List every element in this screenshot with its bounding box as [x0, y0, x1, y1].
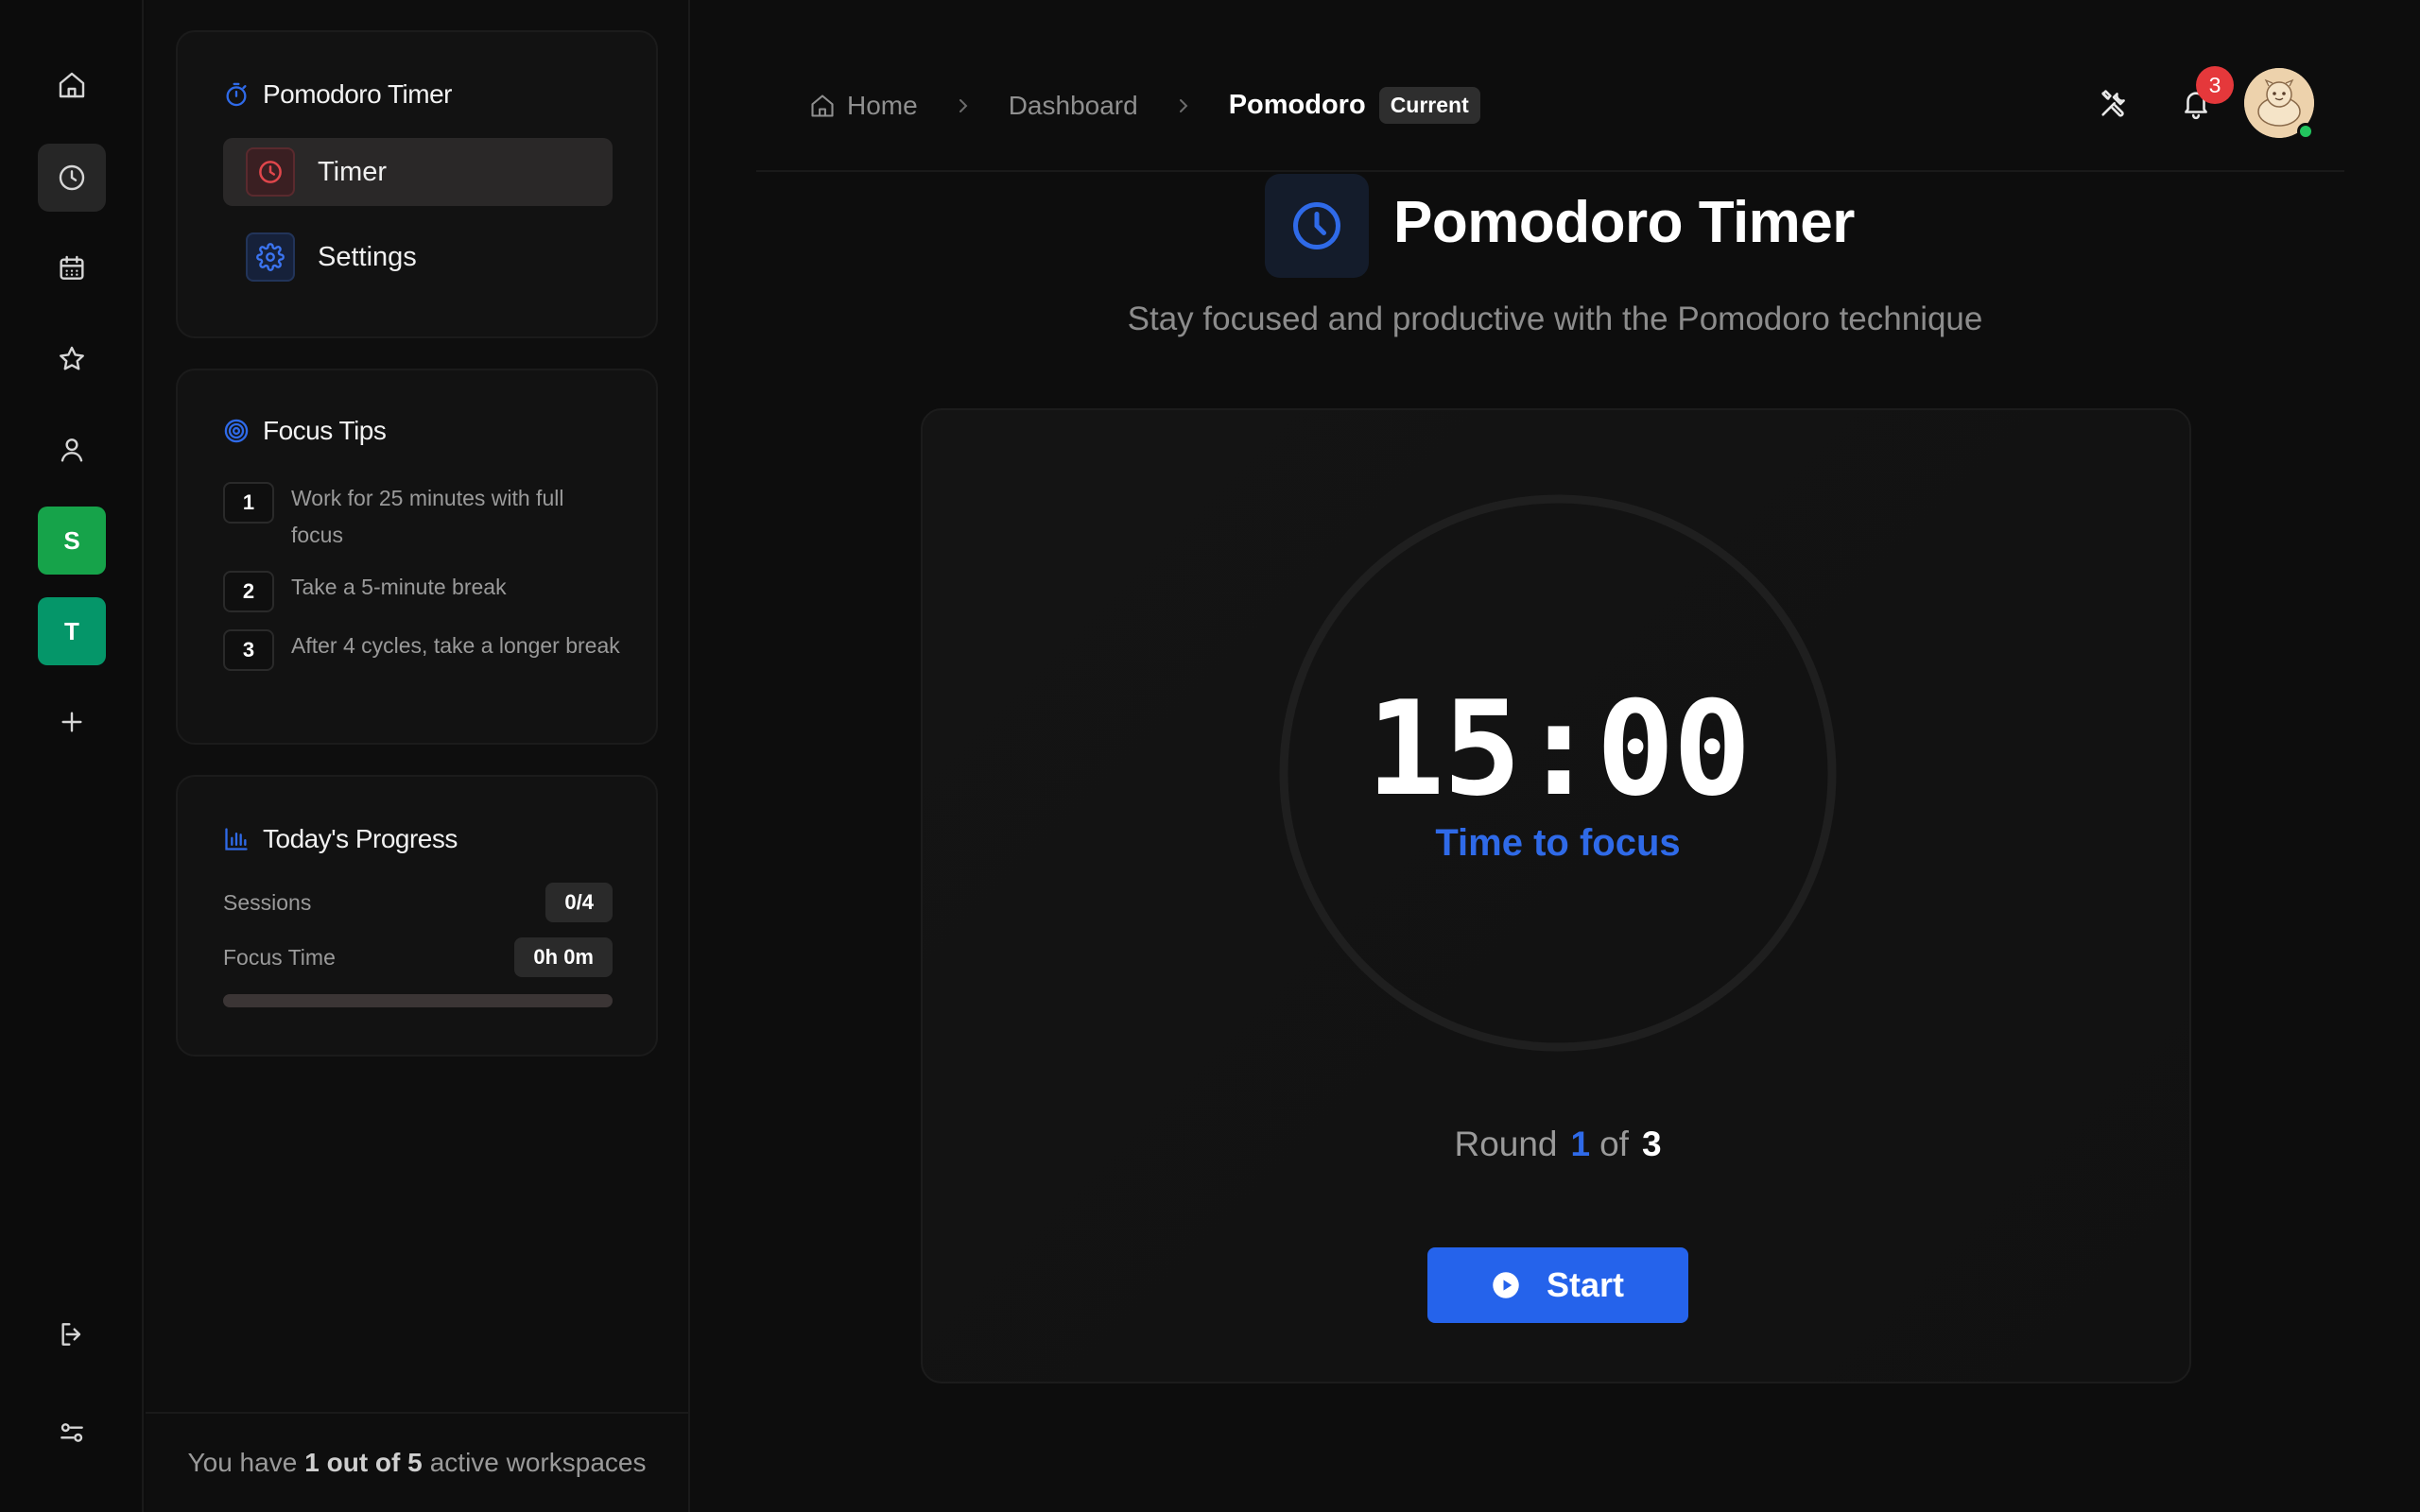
round-indicator: Round 1 of 3 [923, 1125, 2193, 1164]
round-current: 1 [1570, 1125, 1591, 1163]
sidebar-item-timer[interactable]: Timer [223, 138, 613, 206]
chevron-right-icon [1172, 94, 1195, 117]
workspace-s-button[interactable]: S [38, 507, 106, 575]
workspace-s-letter: S [63, 525, 80, 555]
focus-time-value: 0h 0m [514, 937, 613, 977]
add-workspace-icon[interactable] [38, 688, 106, 756]
sidebar-item-label: Settings [318, 241, 417, 272]
focus-tips-card: Focus Tips 1 Work for 25 minutes with fu… [176, 369, 658, 745]
sessions-label: Sessions [223, 889, 312, 915]
workspace-count-suffix: active workspaces [429, 1448, 647, 1477]
progress-title: Today's Progress [223, 824, 458, 854]
progress-bar [223, 994, 613, 1007]
logout-icon[interactable] [38, 1300, 106, 1368]
workspace-count-prefix: You have [187, 1448, 298, 1477]
workspace-t-letter: T [64, 616, 79, 645]
round-total: 3 [1641, 1125, 1662, 1163]
tip-number: 1 [223, 482, 274, 524]
list-item: 1 Work for 25 minutes with full focus [223, 482, 620, 554]
tip-text: After 4 cycles, take a longer break [291, 633, 620, 658]
home-icon[interactable] [38, 51, 106, 119]
workspace-t-button[interactable]: T [38, 597, 106, 665]
round-of: of [1599, 1125, 1629, 1163]
tip-number: 2 [223, 571, 274, 612]
stopwatch-icon [223, 81, 250, 108]
timer-status: Time to focus [1435, 822, 1681, 864]
focus-tips-title: Focus Tips [223, 416, 387, 446]
breadcrumb: Home Dashboard Pomodoro Current [809, 87, 1480, 124]
home-icon [809, 93, 836, 119]
workspace-count: You have 1 out of 5 active workspaces [146, 1412, 688, 1512]
current-badge: Current [1378, 87, 1480, 124]
user-icon[interactable] [38, 416, 106, 484]
app-title-label: Pomodoro Timer [263, 79, 452, 109]
online-status-dot [2297, 123, 2314, 140]
tip-number: 3 [223, 629, 274, 671]
preferences-icon[interactable] [38, 1399, 106, 1467]
sidebar: Pomodoro Timer Timer Settings Focus Tips… [146, 0, 690, 1512]
sessions-row: Sessions 0/4 [223, 883, 613, 922]
page-subtitle: Stay focused and productive with the Pom… [1127, 301, 1983, 337]
page-title: Pomodoro Timer [1393, 190, 1855, 255]
notification-badge: 3 [2196, 66, 2234, 104]
gear-icon [246, 232, 295, 282]
progress-title-label: Today's Progress [263, 824, 458, 853]
focus-time-label: Focus Time [223, 944, 336, 970]
chevron-right-icon [952, 94, 975, 117]
breadcrumb-dashboard[interactable]: Dashboard [1009, 91, 1138, 121]
tip-text: Take a 5-minute break [291, 575, 507, 599]
sessions-value: 0/4 [545, 883, 613, 922]
start-button[interactable]: Start [1427, 1247, 1688, 1323]
clock-icon [1265, 174, 1369, 278]
breadcrumb-current: Pomodoro [1228, 90, 1366, 120]
round-label: Round [1454, 1125, 1558, 1163]
tools-button[interactable] [2091, 81, 2136, 127]
header: Home Dashboard Pomodoro Current 3 [756, 38, 2344, 172]
workspace-count-value: 1 out of 5 [304, 1448, 423, 1477]
focus-time-row: Focus Time 0h 0m [223, 937, 613, 977]
clock-icon[interactable] [38, 144, 106, 212]
app-nav-card: Pomodoro Timer Timer Settings [176, 30, 658, 338]
target-icon [223, 418, 250, 444]
focus-tips-label: Focus Tips [263, 416, 387, 445]
app-title: Pomodoro Timer [223, 79, 452, 110]
tools-icon [2098, 88, 2130, 120]
play-icon [1492, 1271, 1520, 1299]
progress-card: Today's Progress Sessions 0/4 Focus Time… [176, 775, 658, 1057]
list-item: 2 Take a 5-minute break [223, 571, 620, 612]
sidebar-item-label: Timer [318, 156, 388, 187]
tip-text: Work for 25 minutes with full focus [291, 486, 564, 547]
breadcrumb-home[interactable]: Home [847, 91, 918, 121]
sidebar-item-settings[interactable]: Settings [223, 223, 613, 291]
list-item: 3 After 4 cycles, take a longer break [223, 629, 620, 671]
icon-rail: S T [0, 0, 144, 1512]
timer-display: 15:00 [1366, 673, 1751, 825]
start-button-label: Start [1546, 1265, 1625, 1304]
bar-chart-icon [223, 826, 250, 852]
clock-icon [246, 147, 295, 197]
timer-panel: 15:00 Time to focus Round 1 of 3 Start [921, 408, 2191, 1383]
calendar-icon[interactable] [38, 234, 106, 302]
